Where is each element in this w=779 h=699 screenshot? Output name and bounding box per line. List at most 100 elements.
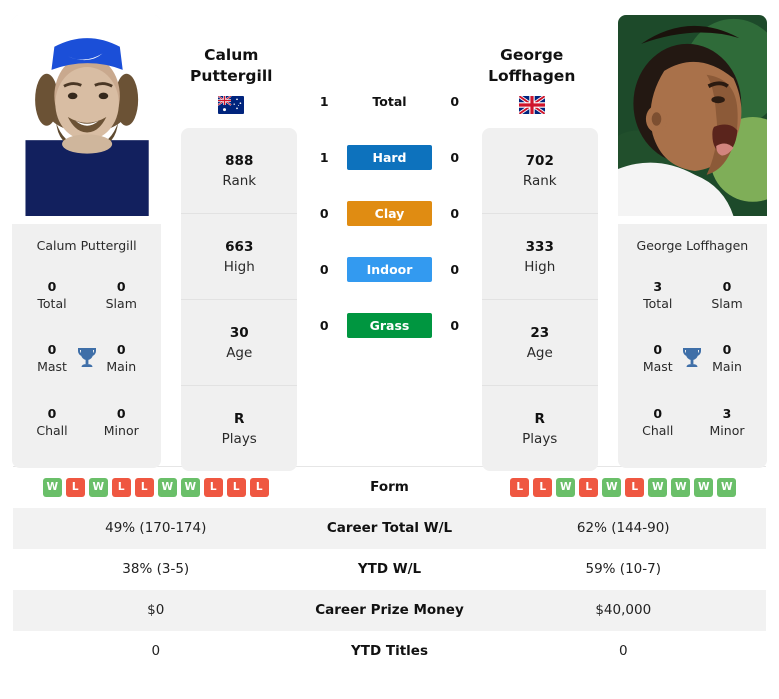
form-badge-w[interactable]: W (88, 477, 108, 497)
left-age-value: 30 (229, 324, 249, 341)
left-titles-chall: 0 Chall (26, 405, 78, 439)
left-titles-total-value: 0 (47, 278, 57, 294)
right-titles-main: 0 Main (701, 341, 753, 375)
form-badge-l[interactable]: L (65, 477, 85, 497)
trophy-icon (679, 345, 705, 371)
left-rank-value: 888 (225, 152, 254, 169)
row-label-form: Form (298, 466, 481, 508)
right-titles-row-1: 3 Total 0 Slam (618, 278, 767, 312)
right-titles-total: 3 Total (632, 278, 684, 312)
table-row-ytd-wl: 38% (3-5) YTD W/L 59% (10-7) (13, 549, 766, 590)
form-badge-l[interactable]: L (625, 477, 645, 497)
left-titles-mast-value: 0 (47, 342, 57, 358)
right-rank-label: Rank (522, 172, 557, 189)
left-titles-chall-value: 0 (47, 406, 57, 422)
left-player-name-block: Calum Puttergill (173, 45, 289, 114)
form-badge-w[interactable]: W (648, 477, 668, 497)
left-high-label: High (223, 258, 255, 275)
flag-australia-icon (218, 96, 245, 114)
h2h-row-clay: 0 Clay 0 (305, 185, 474, 241)
left-plays-label: Plays (221, 430, 257, 447)
form-badge-l[interactable]: L (510, 477, 530, 497)
form-badge-l[interactable]: L (134, 477, 154, 497)
left-player-first-name: Calum (204, 46, 259, 64)
left-titles-minor: 0 Minor (95, 405, 147, 439)
left-titles-minor-value: 0 (116, 406, 126, 422)
right-titles-mast: 0 Mast (632, 341, 684, 375)
left-titles-mast: 0 Mast (26, 341, 78, 375)
left-player-info: Calum Puttergill 888 Rank 663 High 30 Ag… (173, 15, 305, 471)
row-label-ytd-wl: YTD W/L (357, 561, 422, 577)
form-badge-w[interactable]: W (556, 477, 576, 497)
table-row-form: WLWLLWWLLL Form LLWLWLWWWW (13, 466, 766, 508)
right-titles-chall: 0 Chall (632, 405, 684, 439)
table-row-career-wl: 49% (170-174) Career Total W/L 62% (144-… (13, 507, 766, 549)
table-row-career-prize: $0 Career Prize Money $40,000 (13, 589, 766, 631)
right-plays-value: R (534, 410, 545, 427)
form-badge-l[interactable]: L (203, 477, 223, 497)
form-badge-l[interactable]: L (249, 477, 269, 497)
left-titles-row-1: 0 Total 0 Slam (12, 278, 161, 312)
left-titles-row-2: 0 Mast 0 Main (12, 341, 161, 375)
right-player-photo-name: George Loffhagen (636, 238, 749, 253)
left-form-cell: WLWLLWWLLL (13, 466, 299, 508)
right-stat-age: 23 Age (481, 300, 598, 386)
left-titles-total-label: Total (37, 295, 67, 311)
h2h-grass-left: 0 (319, 317, 329, 333)
left-titles-main: 0 Main (95, 341, 147, 375)
form-badge-l[interactable]: L (533, 477, 553, 497)
left-stat-high: 663 High (181, 214, 298, 300)
form-badge-l[interactable]: L (579, 477, 599, 497)
form-badge-w[interactable]: W (671, 477, 691, 497)
right-titles-mast-value: 0 (653, 342, 663, 358)
form-badge-w[interactable]: W (602, 477, 622, 497)
h2h-grass-right: 0 (450, 317, 460, 333)
table-row-ytd-titles: 0 YTD Titles 0 (13, 631, 766, 672)
right-player-photo (617, 15, 767, 224)
left-titles-slam: 0 Slam (95, 278, 147, 312)
left-stat-plays: R Plays (181, 386, 297, 471)
right-form-strip: LLWLWLWWWW (482, 477, 766, 497)
form-badge-w[interactable]: W (157, 477, 177, 497)
right-titles-slam-label: Slam (711, 295, 743, 311)
left-titles-chall-label: Chall (36, 423, 68, 439)
left-player-card[interactable]: Calum Puttergill 0 Total 0 Slam 0 Mast 0… (12, 15, 162, 468)
right-ytd-wl: 59% (10-7) (585, 561, 661, 577)
form-badge-w[interactable]: W (717, 477, 737, 497)
form-badge-l[interactable]: L (111, 477, 131, 497)
row-label-career-wl: Career Total W/L (298, 507, 481, 549)
left-career-prize: $0 (13, 589, 299, 631)
right-player-last-name: Loffhagen (488, 67, 576, 85)
player-comparison-header: Calum Puttergill 0 Total 0 Slam 0 Mast 0… (0, 0, 779, 471)
h2h-row-total: 1 Total 0 (305, 73, 474, 129)
form-badge-w[interactable]: W (180, 477, 200, 497)
left-ytd-wl: 38% (3-5) (122, 561, 190, 577)
right-titles-minor: 3 Minor (701, 405, 753, 439)
right-titles-chall-label: Chall (642, 423, 674, 439)
surface-label-indoor[interactable]: Indoor (347, 256, 432, 282)
right-stat-rank: 702 Rank (481, 128, 598, 214)
right-player-card[interactable]: George Loffhagen 3 Total 0 Slam 0 Mast 0… (617, 15, 767, 468)
right-high-value: 333 (525, 238, 554, 255)
surface-label-grass[interactable]: Grass (347, 312, 432, 338)
right-age-label: Age (526, 344, 553, 361)
h2h-indoor-left: 0 (319, 261, 329, 277)
h2h-row-hard: 1 Hard 0 (305, 129, 474, 185)
form-badge-w[interactable]: W (42, 477, 62, 497)
right-high-label: High (524, 258, 556, 275)
trophy-icon (74, 345, 100, 371)
right-player-name-block: George Loffhagen (474, 45, 590, 114)
surface-label-hard[interactable]: Hard (347, 144, 432, 170)
flag-uk-icon (518, 96, 545, 114)
left-rank-label: Rank (222, 172, 257, 189)
right-career-prize: $40,000 (480, 589, 766, 631)
right-titles-chall-value: 0 (653, 406, 663, 422)
form-badge-l[interactable]: L (226, 477, 246, 497)
left-stat-rank: 888 Rank (181, 128, 298, 214)
row-label-ytd-titles: YTD Titles (351, 643, 428, 659)
right-player-info: George Loffhagen 702 Rank 333 High 23 Ag… (474, 15, 606, 471)
left-titles-main-value: 0 (116, 342, 126, 358)
surface-label-clay[interactable]: Clay (347, 200, 432, 226)
form-badge-w[interactable]: W (694, 477, 714, 497)
right-career-wl: 62% (144-90) (480, 507, 766, 549)
